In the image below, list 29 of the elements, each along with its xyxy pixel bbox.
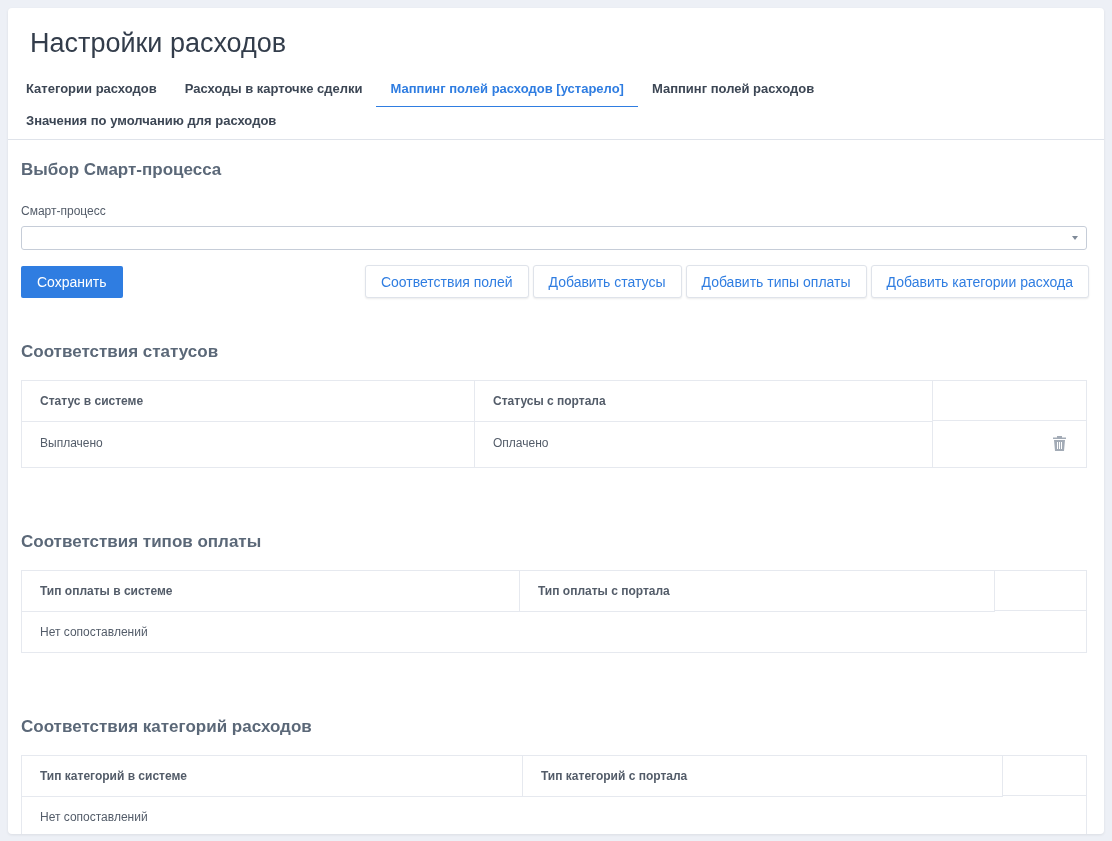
- action-button[interactable]: Соответствия полей: [364, 265, 529, 298]
- action-button[interactable]: Добавить статусы: [532, 265, 682, 298]
- page-title: Настройки расходов: [30, 28, 288, 59]
- trash-icon[interactable]: [1053, 436, 1066, 451]
- tab[interactable]: Расходы в карточке сделки: [184, 75, 377, 107]
- section-title: Соответствия статусов: [21, 342, 220, 362]
- select-field[interactable]: [21, 226, 1087, 250]
- table-cell: Оплачено: [475, 422, 933, 468]
- save-button[interactable]: Сохранить: [21, 265, 123, 298]
- field-label: Смарт-процесс: [21, 204, 107, 218]
- column-header: Статусы с портала: [475, 381, 933, 422]
- column-header: Тип оплаты в системе: [22, 571, 520, 612]
- tab[interactable]: Категории расходов: [26, 75, 171, 107]
- tab[interactable]: Маппинг полей расходов: [651, 75, 829, 107]
- empty-message: Нет сопоставлений: [22, 797, 1086, 834]
- table-cell: Выплачено: [22, 422, 475, 468]
- section-title: Соответствия типов оплаты: [21, 532, 263, 552]
- section-title: Соответствия категорий расходов: [21, 717, 313, 737]
- section-title: Выбор Смарт-процесса: [21, 160, 223, 180]
- column-header: Тип категорий с портала: [523, 756, 1003, 797]
- empty-message: Нет сопоставлений: [22, 612, 1086, 653]
- tab[interactable]: Маппинг полей расходов [устарело]: [376, 75, 638, 107]
- action-button[interactable]: Добавить категории расхода: [870, 265, 1089, 298]
- column-header: Тип оплаты с портала: [520, 571, 995, 612]
- tab[interactable]: Значения по умолчанию для расходов: [26, 107, 291, 139]
- column-header: Статус в системе: [22, 381, 475, 422]
- column-header: Тип категорий в системе: [22, 756, 523, 797]
- action-button[interactable]: Добавить типы оплаты: [685, 265, 867, 298]
- caret-icon: [1072, 236, 1078, 240]
